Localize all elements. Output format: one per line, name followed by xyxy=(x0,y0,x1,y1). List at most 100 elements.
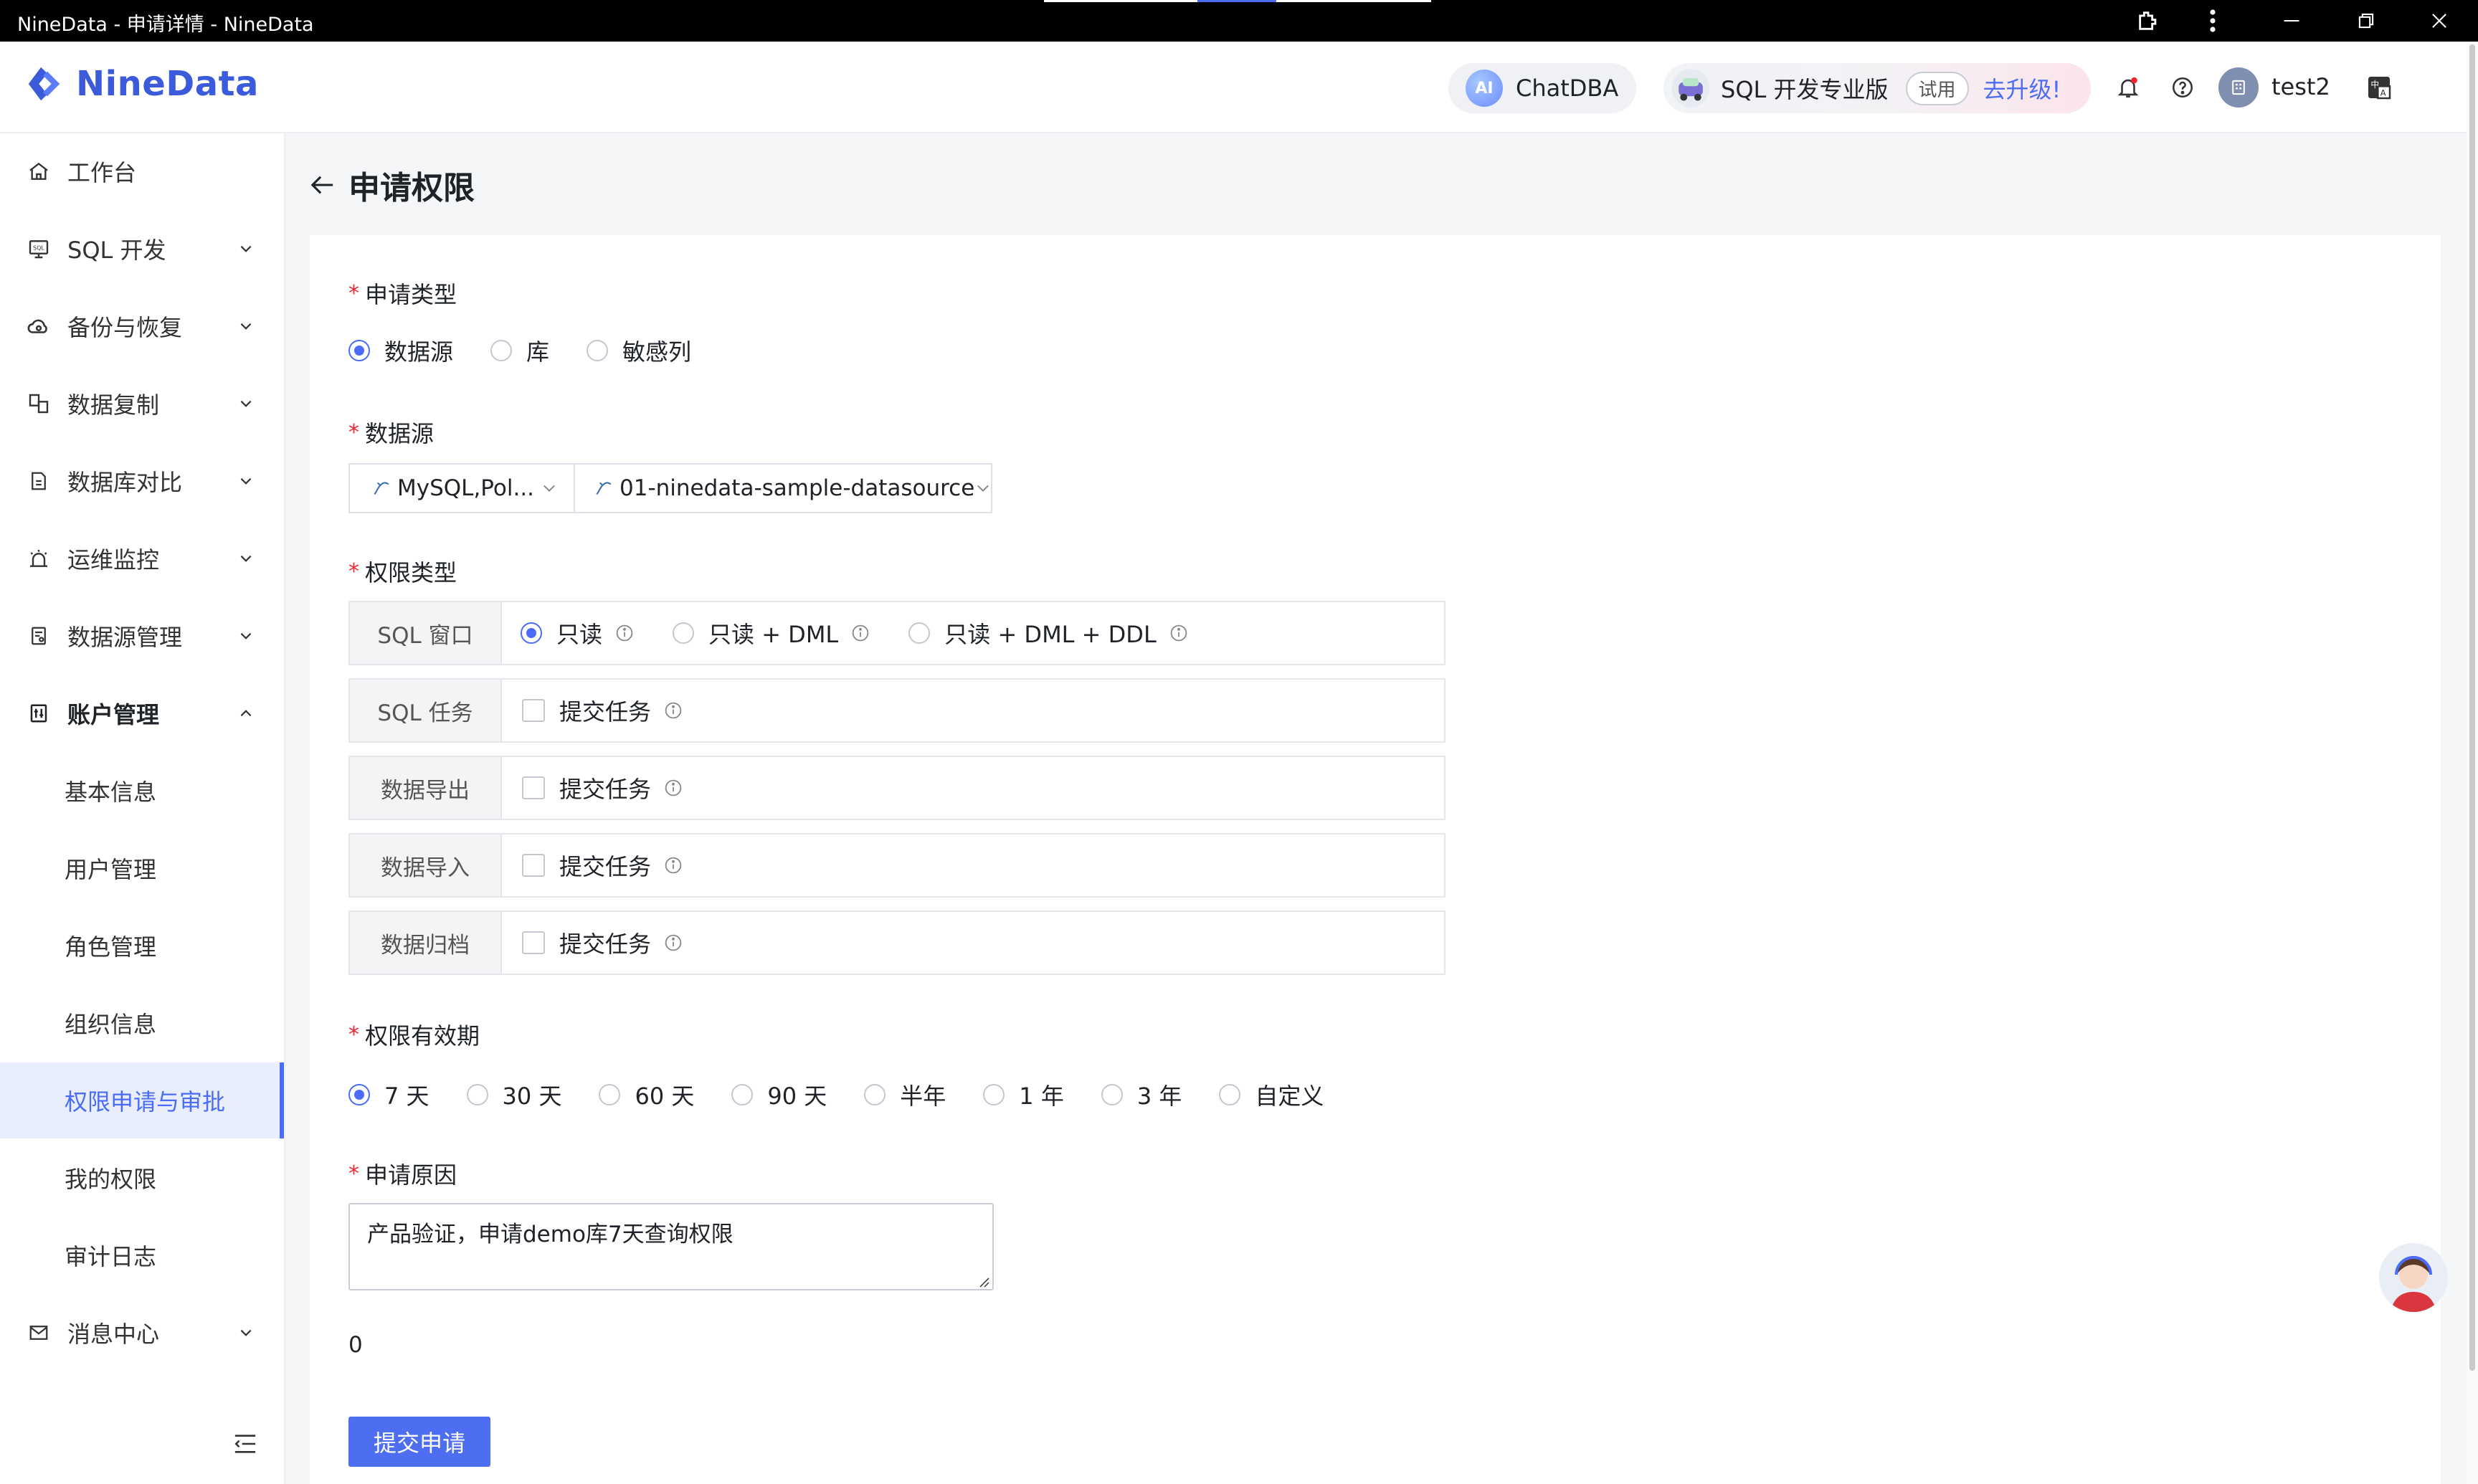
avatar[interactable] xyxy=(2218,67,2259,108)
radio-unchecked xyxy=(1101,1084,1123,1105)
request-type-datasource-radio[interactable]: 数据源 xyxy=(348,334,453,367)
page-scrollbar-thumb[interactable] xyxy=(2469,44,2475,1371)
collapse-sidebar-icon[interactable] xyxy=(231,1430,260,1458)
sidebar-sub-audit-log[interactable]: 审计日志 xyxy=(0,1217,284,1293)
required-mark: * xyxy=(348,558,359,584)
radio-label: 只读 xyxy=(556,621,603,648)
radio-label: 半年 xyxy=(900,1083,946,1110)
validity-90d-radio[interactable]: 90 天 xyxy=(731,1078,827,1111)
datasource-instance-select[interactable]: 01-ninedata-sample-datasource xyxy=(574,463,992,513)
radio-unchecked xyxy=(864,1084,886,1105)
sidebar-item-datasource[interactable]: 数据源管理 xyxy=(0,598,284,674)
chevron-down-icon xyxy=(235,315,257,337)
validity-3y-radio[interactable]: 3 年 xyxy=(1101,1078,1182,1111)
sidebar-item-monitoring[interactable]: 运维监控 xyxy=(0,520,284,596)
extension-icon[interactable] xyxy=(2112,0,2184,42)
radio-label: 7 天 xyxy=(384,1083,429,1110)
restore-button[interactable] xyxy=(2330,0,2402,42)
username[interactable]: test2 xyxy=(2272,73,2330,100)
sql-window-readonly-dml-radio[interactable]: 只读 + DML xyxy=(673,617,870,650)
required-mark: * xyxy=(348,1022,359,1047)
data-export-submit-checkbox[interactable]: 提交任务 xyxy=(522,771,683,804)
submit-request-button[interactable]: 提交申请 xyxy=(348,1417,490,1467)
info-icon[interactable] xyxy=(664,933,683,952)
sql-task-options: 提交任务 xyxy=(522,680,683,741)
request-type-database-radio[interactable]: 库 xyxy=(490,334,549,367)
sidebar-item-replication[interactable]: 数据复制 xyxy=(0,366,284,442)
checkbox-label: 提交任务 xyxy=(559,698,652,726)
radio-unchecked xyxy=(1219,1084,1241,1105)
info-icon[interactable] xyxy=(664,779,683,797)
sidebar-item-backup[interactable]: 备份与恢复 xyxy=(0,288,284,364)
select-value: 01-ninedata-sample-datasource xyxy=(620,475,975,501)
close-button[interactable] xyxy=(2403,0,2475,42)
validity-60d-radio[interactable]: 60 天 xyxy=(599,1078,694,1111)
page-header: 申请权限 xyxy=(308,162,475,208)
reason-label: * 申请原因 xyxy=(348,1157,457,1190)
data-import-submit-checkbox[interactable]: 提交任务 xyxy=(522,849,683,882)
sidebar-sub-basic-info[interactable]: 基本信息 xyxy=(0,753,284,829)
checkbox-unchecked xyxy=(522,931,545,954)
datasource-type-select[interactable]: MySQL,Pol... xyxy=(348,463,575,513)
customer-support-avatar[interactable] xyxy=(2379,1243,2448,1312)
alarm-icon xyxy=(26,546,52,571)
sidebar-sub-label: 角色管理 xyxy=(65,933,157,961)
sidebar-sub-label: 我的权限 xyxy=(65,1166,157,1193)
request-type-group: 数据源 库 敏感列 xyxy=(348,334,691,367)
radio-unchecked xyxy=(731,1084,754,1105)
language-icon[interactable]: 中A xyxy=(2362,70,2396,105)
more-icon[interactable] xyxy=(2177,0,2249,42)
chevron-down-icon xyxy=(235,625,257,647)
sidebar-sub-org[interactable]: 组织信息 xyxy=(0,985,284,1061)
permission-type-label-text: 权限类型 xyxy=(365,559,457,586)
sidebar-item-messages[interactable]: 消息中心 xyxy=(0,1295,284,1371)
logo-icon xyxy=(28,67,60,101)
validity-group: 7 天 30 天 60 天 90 天 半年 1 年 3 年 自定义 xyxy=(348,1078,1324,1111)
info-icon[interactable] xyxy=(1169,624,1188,642)
chatdba-button[interactable]: AI ChatDBA xyxy=(1448,63,1636,113)
sidebar-sub-roles[interactable]: 角色管理 xyxy=(0,908,284,984)
permission-row-sql-task: SQL 任务 提交任务 xyxy=(348,678,1446,743)
sql-task-submit-checkbox[interactable]: 提交任务 xyxy=(522,694,683,727)
car-icon xyxy=(1671,68,1711,108)
svg-text:中: 中 xyxy=(2370,80,2379,90)
sidebar-sub-permission-approval[interactable]: 权限申请与审批 xyxy=(0,1062,284,1138)
info-icon[interactable] xyxy=(615,624,634,642)
reason-textarea[interactable]: 产品验证，申请demo库7天查询权限 xyxy=(348,1203,994,1290)
permission-row-label: 数据归档 xyxy=(350,912,502,974)
request-type-sensitive-column-radio[interactable]: 敏感列 xyxy=(587,334,691,367)
validity-7d-radio[interactable]: 7 天 xyxy=(348,1078,429,1111)
validity-1y-radio[interactable]: 1 年 xyxy=(983,1078,1064,1111)
minimize-button[interactable] xyxy=(2256,0,2327,42)
data-archive-submit-checkbox[interactable]: 提交任务 xyxy=(522,926,683,959)
radio-label: 90 天 xyxy=(767,1083,827,1110)
sql-window-readonly-dml-ddl-radio[interactable]: 只读 + DML + DDL xyxy=(908,617,1188,650)
info-icon[interactable] xyxy=(664,701,683,720)
validity-custom-radio[interactable]: 自定义 xyxy=(1219,1078,1324,1111)
sidebar-item-sql-dev[interactable]: SQL SQL 开发 xyxy=(0,211,284,287)
validity-label-text: 权限有效期 xyxy=(365,1022,480,1050)
sidebar-sub-my-permissions[interactable]: 我的权限 xyxy=(0,1140,284,1216)
sidebar-item-workbench[interactable]: 工作台 xyxy=(0,133,284,209)
sidebar-sub-label: 用户管理 xyxy=(65,856,157,883)
home-icon xyxy=(26,158,52,184)
validity-30d-radio[interactable]: 30 天 xyxy=(466,1078,561,1111)
sidebar-sub-users[interactable]: 用户管理 xyxy=(0,830,284,906)
logo[interactable]: NineData xyxy=(24,63,259,105)
sql-edition-banner[interactable]: SQL 开发专业版 试用 去升级! xyxy=(1663,63,2091,113)
back-arrow-icon[interactable] xyxy=(308,171,337,199)
sql-window-readonly-radio[interactable]: 只读 xyxy=(521,617,634,650)
validity-half-year-radio[interactable]: 半年 xyxy=(864,1078,946,1111)
datasource-label-text: 数据源 xyxy=(365,420,435,447)
info-icon[interactable] xyxy=(851,624,870,642)
upgrade-link[interactable]: 去升级! xyxy=(1983,72,2061,105)
sidebar-item-account[interactable]: 账户管理 xyxy=(0,675,284,751)
radio-label: 3 年 xyxy=(1136,1083,1182,1110)
reason-char-counter: 0 xyxy=(348,1332,363,1358)
info-icon[interactable] xyxy=(664,856,683,875)
sidebar-item-compare[interactable]: 数据库对比 xyxy=(0,443,284,519)
app-header: NineData AI ChatDBA SQL 开发专业版 试用 去升级! te… xyxy=(0,42,2478,133)
help-icon[interactable] xyxy=(2165,70,2200,105)
resize-handle-icon[interactable] xyxy=(978,1276,989,1288)
bell-icon[interactable] xyxy=(2111,70,2145,105)
